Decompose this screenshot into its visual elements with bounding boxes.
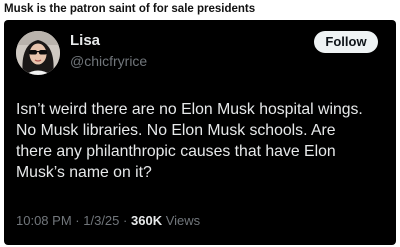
tweet-text-line: there any philanthropic causes that have… (16, 143, 336, 160)
tweet-text-line: No Musk libraries. No Elon Musk schools.… (16, 122, 336, 139)
author-name[interactable]: Lisa (70, 32, 100, 50)
tweet-meta: 10:08 PM · 1/3/25 · 360K Views (16, 212, 200, 230)
author-handle[interactable]: @chicfryrice (70, 52, 147, 70)
tweet-card: Lisa @chicfryrice Follow Isn’t weird the… (4, 20, 396, 245)
avatar[interactable] (16, 31, 60, 75)
tweet-text-line: Isn’t weird there are no Elon Musk hospi… (16, 101, 363, 118)
meta-separator: · (75, 213, 80, 228)
views-label: Views (165, 213, 201, 228)
avatar-photo (16, 31, 60, 75)
meta-separator: · (123, 213, 128, 228)
post-caption: Musk is the patron saint of for sale pre… (4, 3, 256, 15)
tweet-time[interactable]: 10:08 PM (16, 213, 72, 228)
views-count: 360K (131, 213, 163, 228)
tweet-text-line: Musk’s name on it? (16, 164, 152, 181)
tweet-text: Isn’t weird there are no Elon Musk hospi… (16, 99, 392, 183)
screenshot-page: Musk is the patron saint of for sale pre… (0, 0, 400, 247)
follow-button[interactable]: Follow (314, 31, 378, 53)
tweet-date[interactable]: 1/3/25 (83, 213, 119, 228)
